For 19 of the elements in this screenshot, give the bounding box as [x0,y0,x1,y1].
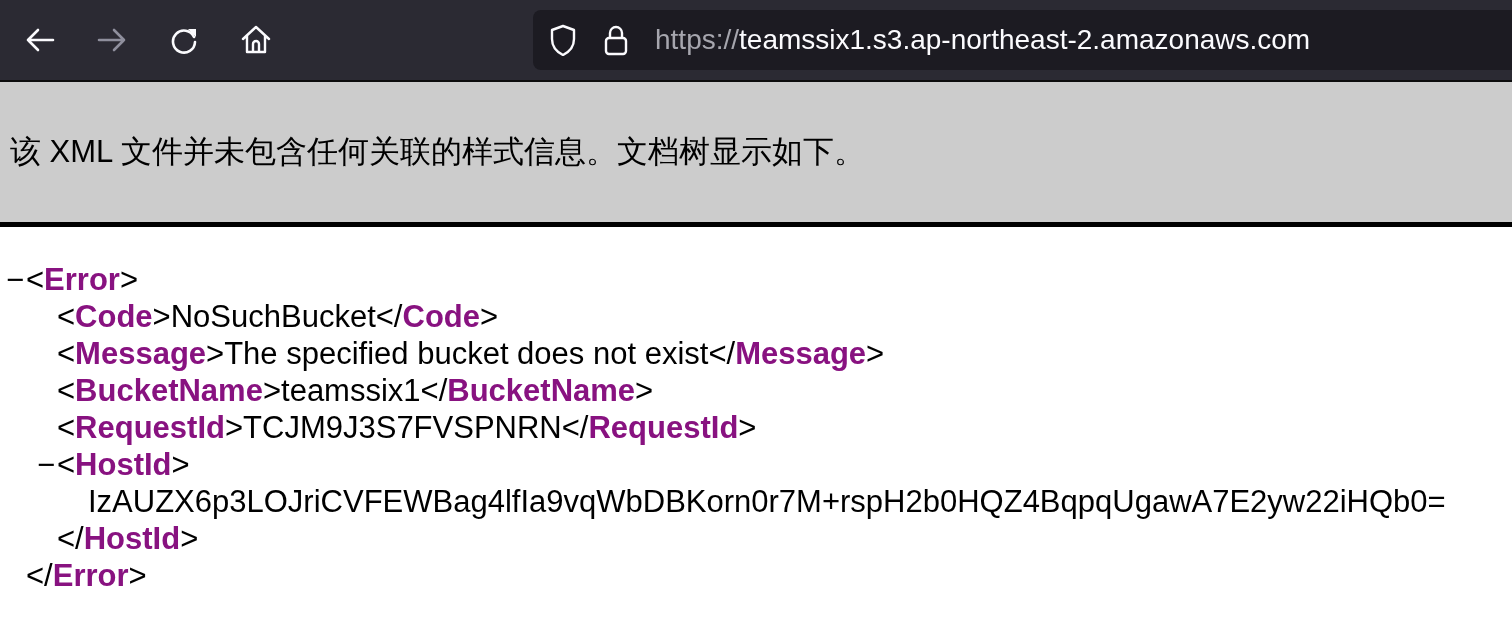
notice-text: 该 XML 文件并未包含任何关联的样式信息。文档树显示如下。 [10,133,865,171]
home-icon[interactable] [241,25,271,55]
forward-icon[interactable] [97,28,127,52]
xml-line: <Message>The specified bucket does not exist</Message> [57,336,885,371]
lock-icon[interactable] [603,24,629,56]
xml-line: IzAUZX6p3LOJriCVFEWBag4lfIa9vqWbDBKorn0r7M+rspH2b0HQZ4BqpqUgawA7E2yw22iHQb0= [88,484,1446,519]
collapse-toggle[interactable]: − [6,261,25,298]
xml-line: </HostId> [57,521,199,556]
xml-line: <Error> [26,262,139,297]
xml-line: <Code>NoSuchBucket</Code> [57,299,499,334]
back-icon[interactable] [25,28,55,52]
xml-line: <HostId> [57,447,190,482]
address-bar[interactable]: https://teamssix1.s3.ap-northeast-2.amazonaws.com [533,10,1512,70]
xml-line: <RequestId>TCJM9J3S7FVSPNRN</RequestId> [57,410,757,445]
xml-line: <BucketName>teamssix1</BucketName> [57,373,654,408]
shield-icon[interactable] [549,24,577,56]
url-text: https://teamssix1.s3.ap-northeast-2.amazonaws.com [655,24,1311,56]
collapse-toggle[interactable]: − [37,446,56,483]
xml-line: </Error> [26,558,147,593]
